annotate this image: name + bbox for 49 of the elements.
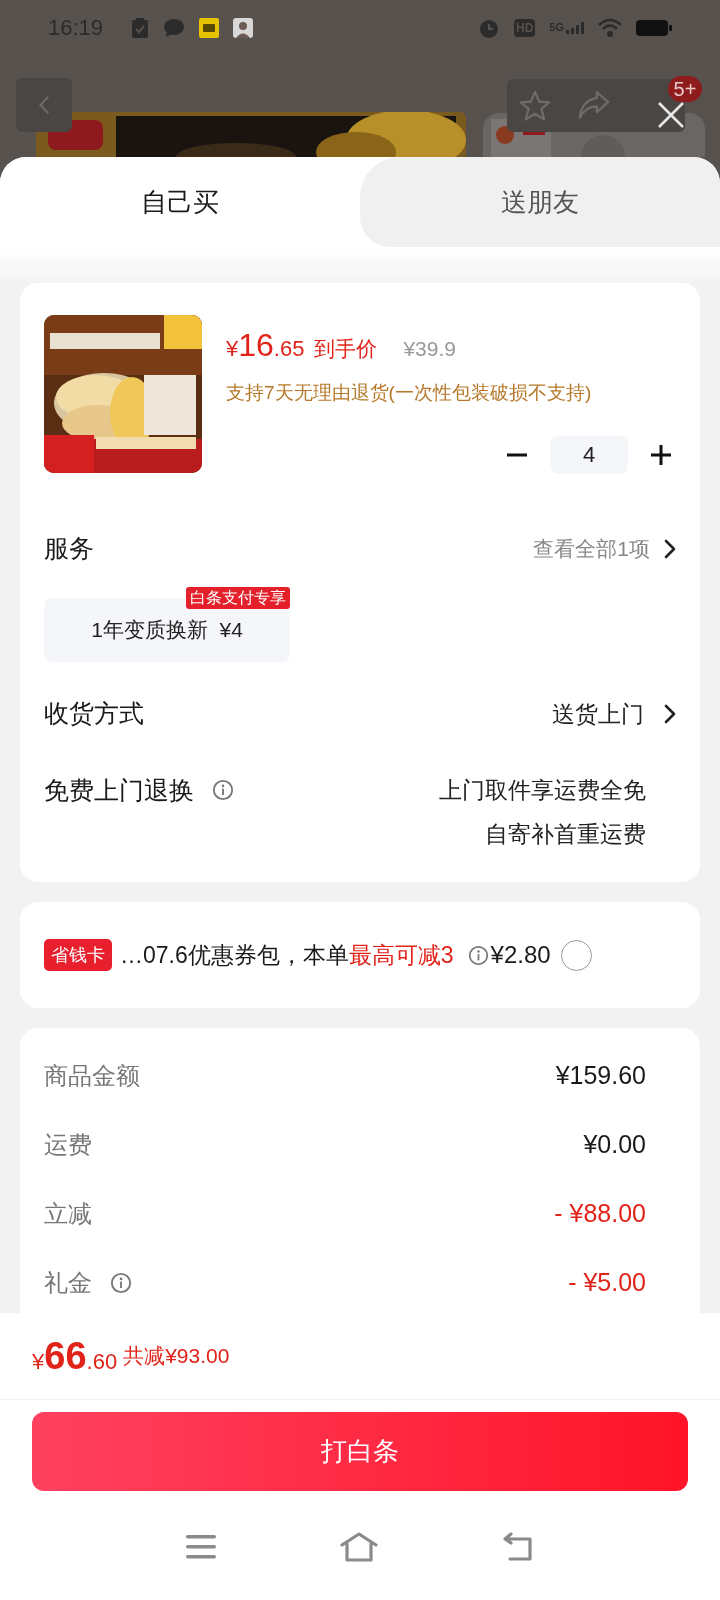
amount-value: - ¥88.00 [554,1198,646,1230]
row-label: 礼金 [44,1268,92,1298]
clipboard-icon [131,16,150,39]
info-icon[interactable] [212,779,234,801]
wifi-icon [598,17,622,38]
amount-value: ¥159.60 [555,1060,646,1092]
coupon-text: …07.6优惠券包，本单最高可减3 [120,940,454,970]
coupon-price: ¥2.80 [490,940,551,970]
view-all-link[interactable]: 查看全部1项 [533,533,676,565]
return-info-text: 上门取件享运费全免 [439,776,646,805]
amount-value: ¥0.00 [583,1129,646,1161]
chevron-left-icon [37,93,51,117]
avatar-icon [233,17,254,38]
price-text: ¥16.65 [226,326,305,365]
app-icon [199,17,220,38]
promo-tag: 白条支付专享 [186,587,290,609]
notification-badge: 5+ [668,76,702,102]
delivery-selector[interactable]: 送货上门 [552,696,676,732]
section-title: 服务 [44,533,94,565]
tab[interactable]: 送朋友 [360,157,720,247]
star-icon[interactable] [518,89,552,123]
row-label: 立减 [44,1199,92,1229]
pay-button[interactable]: 打白条 [32,1412,688,1491]
chevron-right-icon [662,539,676,559]
plus-icon[interactable] [650,443,672,466]
battery-icon [636,18,672,37]
signal-icon [566,21,584,34]
original-price: ¥39.9 [403,336,456,362]
home-icon[interactable] [340,1532,378,1562]
back-icon[interactable] [502,1532,534,1562]
info-icon[interactable] [467,944,489,966]
total-price: ¥66.60 [32,1333,118,1379]
row-label: 收货方式 [44,698,144,730]
return-info-text: 自寄补首重运费 [485,820,646,849]
chat-bubble-icon [163,17,186,38]
row-label: 商品金额 [44,1061,140,1091]
close-icon[interactable] [656,100,686,130]
share-icon[interactable] [577,89,611,121]
chevron-right-icon [662,704,676,724]
price-label: 到手价 [314,336,378,362]
amount-value: - ¥5.00 [568,1267,646,1299]
return-policy-text: 支持7天无理由退货(一次性包装破损不支持) [226,381,593,405]
menu-icon[interactable] [186,1534,216,1560]
savings-text: 共减¥93.00 [123,1343,230,1370]
quantity-field[interactable]: 4 [550,435,628,474]
info-icon[interactable] [110,1272,132,1294]
row-label: 运费 [44,1130,92,1160]
coupon-tag: 省钱卡 [44,939,112,971]
row-label: 免费上门退换 [44,775,194,806]
